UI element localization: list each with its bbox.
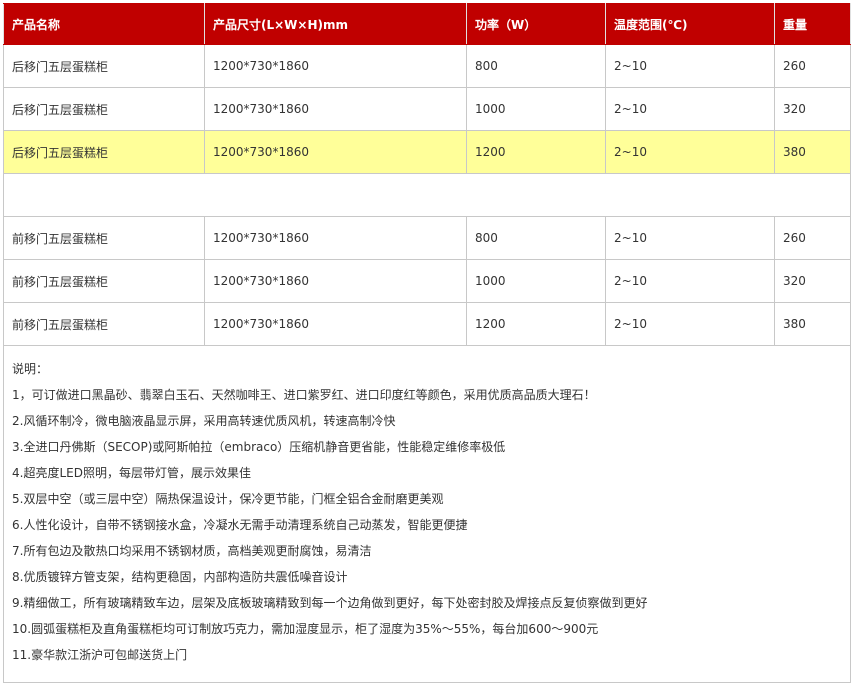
cell-power: 800: [466, 44, 606, 88]
header-temperature: 温度范围(℃): [605, 3, 775, 45]
cell-name: 前移门五层蛋糕柜: [3, 302, 205, 346]
cell-dimensions: 1200*730*1860: [204, 216, 467, 260]
header-product-name: 产品名称: [3, 3, 205, 45]
table-row-highlighted: 后移门五层蛋糕柜 1200*730*1860 1200 2~10 380: [3, 130, 851, 174]
cell-dimensions: 1200*730*1860: [204, 302, 467, 346]
notes-cell: 说明： 1，可订做进口黑晶砂、翡翠白玉石、天然咖啡王、进口紫罗红、进口印度红等颜…: [3, 345, 851, 683]
table-row: 后移门五层蛋糕柜 1200*730*1860 1000 2~10 320: [3, 87, 851, 131]
cell-dimensions: 1200*730*1860: [204, 130, 467, 174]
header-weight: 重量: [774, 3, 851, 45]
cell-name: 后移门五层蛋糕柜: [3, 87, 205, 131]
header-power: 功率（W）: [466, 3, 606, 45]
cell-name: 前移门五层蛋糕柜: [3, 259, 205, 303]
cell-temperature: 2~10: [605, 259, 775, 303]
cell-weight: 260: [774, 44, 851, 88]
cell-power: 1000: [466, 259, 606, 303]
cell-weight: 320: [774, 259, 851, 303]
spacer-row: [3, 173, 851, 217]
cell-name: 前移门五层蛋糕柜: [3, 216, 205, 260]
cell-dimensions: 1200*730*1860: [204, 87, 467, 131]
note-item: 11.豪华款江浙沪可包邮送货上门: [12, 648, 188, 662]
note-item: 3.全进口丹佛斯（SECOP)或阿斯帕拉（embraco）压缩机静音更省能，性能…: [12, 440, 506, 454]
note-item: 7.所有包边及散热口均采用不锈钢材质，高档美观更耐腐蚀，易清洁: [12, 544, 372, 558]
cell-name: 后移门五层蛋糕柜: [3, 130, 205, 174]
spacer-cell: [3, 173, 851, 217]
cell-name: 后移门五层蛋糕柜: [3, 44, 205, 88]
cell-temperature: 2~10: [605, 44, 775, 88]
cell-temperature: 2~10: [605, 302, 775, 346]
cell-temperature: 2~10: [605, 130, 775, 174]
note-item: 6.人性化设计，自带不锈钢接水盒，冷凝水无需手动清理系统自己动蒸发，智能更便捷: [12, 518, 468, 532]
cell-power: 1000: [466, 87, 606, 131]
cell-weight: 380: [774, 130, 851, 174]
cell-weight: 380: [774, 302, 851, 346]
cell-dimensions: 1200*730*1860: [204, 259, 467, 303]
note-item: 9.精细做工，所有玻璃精致车边，层架及底板玻璃精致到每一个边角做到更好，每下处密…: [12, 596, 648, 610]
header-dimensions: 产品尺寸(L×W×H)mm: [204, 3, 467, 45]
cell-power: 1200: [466, 130, 606, 174]
note-item: 5.双层中空（或三层中空）隔热保温设计，保冷更节能，门框全铝合金耐磨更美观: [12, 492, 444, 506]
table-row: 后移门五层蛋糕柜 1200*730*1860 800 2~10 260: [3, 44, 851, 88]
cell-temperature: 2~10: [605, 87, 775, 131]
spec-table-container: 产品名称 产品尺寸(L×W×H)mm 功率（W） 温度范围(℃) 重量 后移门五…: [3, 3, 851, 683]
cell-power: 800: [466, 216, 606, 260]
cell-dimensions: 1200*730*1860: [204, 44, 467, 88]
note-item: 1，可订做进口黑晶砂、翡翠白玉石、天然咖啡王、进口紫罗红、进口印度红等颜色，采用…: [12, 388, 596, 402]
spec-table: 产品名称 产品尺寸(L×W×H)mm 功率（W） 温度范围(℃) 重量 后移门五…: [3, 3, 851, 683]
notes-row: 说明： 1，可订做进口黑晶砂、翡翠白玉石、天然咖啡王、进口紫罗红、进口印度红等颜…: [3, 345, 851, 683]
table-row: 前移门五层蛋糕柜 1200*730*1860 1200 2~10 380: [3, 302, 851, 346]
cell-temperature: 2~10: [605, 216, 775, 260]
cell-weight: 320: [774, 87, 851, 131]
note-item: 8.优质镀锌方管支架，结构更稳固，内部构造防共震低噪音设计: [12, 570, 348, 584]
table-row: 前移门五层蛋糕柜 1200*730*1860 1000 2~10 320: [3, 259, 851, 303]
table-row: 前移门五层蛋糕柜 1200*730*1860 800 2~10 260: [3, 216, 851, 260]
notes-title: 说明：: [12, 362, 49, 376]
cell-power: 1200: [466, 302, 606, 346]
header-row: 产品名称 产品尺寸(L×W×H)mm 功率（W） 温度范围(℃) 重量: [3, 3, 851, 45]
note-item: 2.风循环制冷，微电脑液晶显示屏，采用高转速优质风机，转速高制冷快: [12, 414, 396, 428]
cell-weight: 260: [774, 216, 851, 260]
note-item: 4.超亮度LED照明，每层带灯管，展示效果佳: [12, 466, 251, 480]
note-item: 10.圆弧蛋糕柜及直角蛋糕柜均可订制放巧克力，需加湿度显示，柜了湿度为35%～5…: [12, 622, 599, 636]
